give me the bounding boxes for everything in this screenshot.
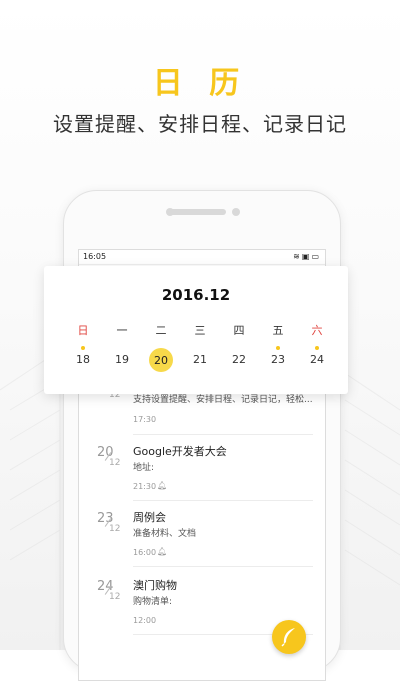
speaker-grille [168, 209, 226, 215]
status-time: 16:05 [83, 252, 107, 261]
calendar-card: 2016.12 日 一 二 三 四 五 六 18 19 20 21 22 23 [44, 266, 348, 394]
day-number: 21 [193, 353, 207, 366]
event-dot [315, 346, 319, 350]
weekday-label: 日 [77, 324, 89, 337]
status-icons: ≋▣▭ [293, 252, 321, 261]
calendar-month[interactable]: 2016.12 [44, 286, 348, 304]
wifi-icon: ≋ [293, 252, 302, 261]
event-month: 12 [109, 592, 121, 602]
event-time: 17:30 [133, 415, 157, 424]
weekday-label: 二 [155, 324, 167, 337]
divider [133, 566, 313, 567]
event-desc: 准备材料、文档 [133, 529, 197, 539]
feather-icon [281, 628, 295, 647]
day-cell[interactable]: 23 [264, 346, 292, 374]
day-number: 22 [232, 353, 246, 366]
event-title: Google开发者大会 [133, 445, 227, 458]
day-number: 18 [76, 353, 90, 366]
day-number: 20 [154, 354, 168, 367]
camera-dot [232, 208, 240, 216]
bell-icon: 🔔︎ [157, 547, 168, 556]
sim-icon: ▣ [301, 252, 312, 261]
day-number: 24 [310, 353, 324, 366]
day-cell-selected[interactable]: 20 [147, 346, 175, 374]
day-number: 19 [115, 353, 129, 366]
weekday-label: 三 [194, 324, 206, 337]
day-cell[interactable]: 21 [186, 346, 214, 374]
event-dot [81, 346, 85, 350]
weekday-label: 六 [311, 324, 323, 337]
event-dot [276, 346, 280, 350]
event-time: 16:00 [133, 548, 157, 557]
event-title: 澳门购物 [133, 579, 177, 592]
new-entry-button[interactable] [272, 620, 306, 654]
event-time: 21:30 [133, 482, 157, 491]
phone-frame: 16:05 ≋▣▭ 12 支持设置提醒、安排日程、记录日记，轻松... 17:3… [63, 190, 341, 681]
hero-title: 日 历 [152, 66, 248, 101]
event-month: 12 [109, 458, 121, 468]
weekday-label: 四 [233, 324, 245, 337]
weekday-label: 五 [272, 324, 284, 337]
divider [133, 500, 313, 501]
day-cell[interactable]: 18 [69, 346, 97, 374]
hero-subtitle: 设置提醒、安排日程、记录日记 [53, 112, 347, 136]
divider [133, 434, 313, 435]
event-desc: 购物清单: [133, 597, 173, 607]
event-time: 12:00 [133, 616, 157, 625]
day-cell[interactable]: 19 [108, 346, 136, 374]
day-cell[interactable]: 24 [303, 346, 331, 374]
battery-icon: ▭ [311, 252, 321, 261]
day-cell[interactable]: 22 [225, 346, 253, 374]
day-number: 23 [271, 353, 285, 366]
bell-icon: 🔔︎ [157, 481, 168, 490]
weekday-label: 一 [116, 324, 128, 337]
event-title: 周例会 [133, 511, 166, 524]
status-bar: 16:05 ≋▣▭ [79, 250, 325, 265]
event-desc: 地址: [133, 463, 155, 473]
event-month: 12 [109, 524, 121, 534]
